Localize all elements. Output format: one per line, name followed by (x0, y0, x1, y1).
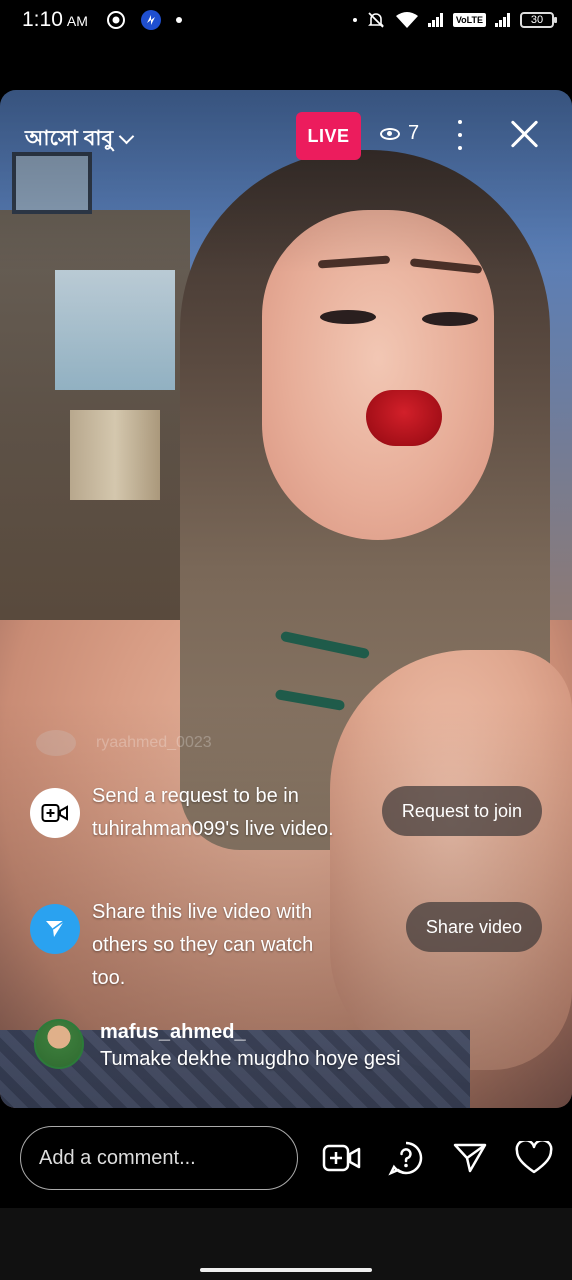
more-options-icon[interactable] (455, 120, 465, 150)
volte-badge: VoLTE (452, 13, 486, 27)
faded-comment-text: ryaahmed_0023 (96, 734, 212, 751)
comment-username[interactable]: mafus_ahmed_ (100, 1021, 401, 1044)
camera-status-icon (106, 11, 125, 29)
host-name-dropdown[interactable]: আসো বাবু (25, 122, 135, 157)
share-video-button[interactable]: Share video (405, 902, 542, 952)
app-status-icon (140, 10, 161, 30)
avatar[interactable] (34, 1019, 84, 1069)
wifi-icon (395, 12, 418, 28)
video-add-icon (30, 788, 80, 838)
request-to-join-text: Send a request to be in tuhirahman099's … (92, 785, 334, 840)
status-bar: 1:10 AM VoLTE 30 (0, 0, 572, 40)
add-video-icon[interactable] (322, 1140, 362, 1176)
home-indicator[interactable] (200, 1268, 372, 1272)
viewer-count[interactable]: 7 (380, 122, 419, 145)
live-header: আসো বাবু LIVE 7 (0, 90, 572, 180)
comment-input[interactable]: Add a comment... (20, 1126, 298, 1190)
question-icon[interactable] (386, 1140, 426, 1176)
share-video-row: Share this live video with others so the… (30, 896, 550, 996)
status-time: 1:10 AM (22, 8, 88, 31)
status-notification-icons (106, 9, 182, 31)
faded-comment: ryaahmed_0023 (36, 730, 212, 756)
heart-icon[interactable] (514, 1140, 554, 1176)
share-send-icon[interactable] (450, 1140, 490, 1176)
host-name: আসো বাবু (25, 127, 114, 150)
faded-comment-avatar (36, 730, 76, 756)
close-icon[interactable] (508, 118, 540, 150)
status-small-dot (352, 18, 357, 22)
signal-icon (427, 13, 443, 27)
bottom-bar: Add a comment... (0, 1108, 572, 1208)
request-to-join-row: Send a request to be in tuhirahman099's … (30, 780, 550, 880)
share-video-text: Share this live video with others so the… (92, 901, 314, 989)
viewer-count-value: 7 (408, 122, 420, 144)
mute-icon (367, 12, 384, 28)
eye-icon (380, 127, 400, 140)
notification-dot (175, 17, 182, 23)
live-badge: LIVE (296, 112, 361, 160)
comment-text: Tumake dekhe mugdho hoye gesi (100, 1048, 401, 1070)
send-icon (30, 904, 80, 954)
request-to-join-button[interactable]: Request to join (381, 786, 542, 836)
comment-item: mafus_ahmed_ Tumake dekhe mugdho hoye ge… (34, 1019, 401, 1071)
battery-icon: 30 (520, 12, 557, 28)
status-right: VoLTE 30 (352, 10, 557, 30)
signal-icon-2 (495, 13, 510, 27)
chevron-down-icon (118, 128, 135, 145)
